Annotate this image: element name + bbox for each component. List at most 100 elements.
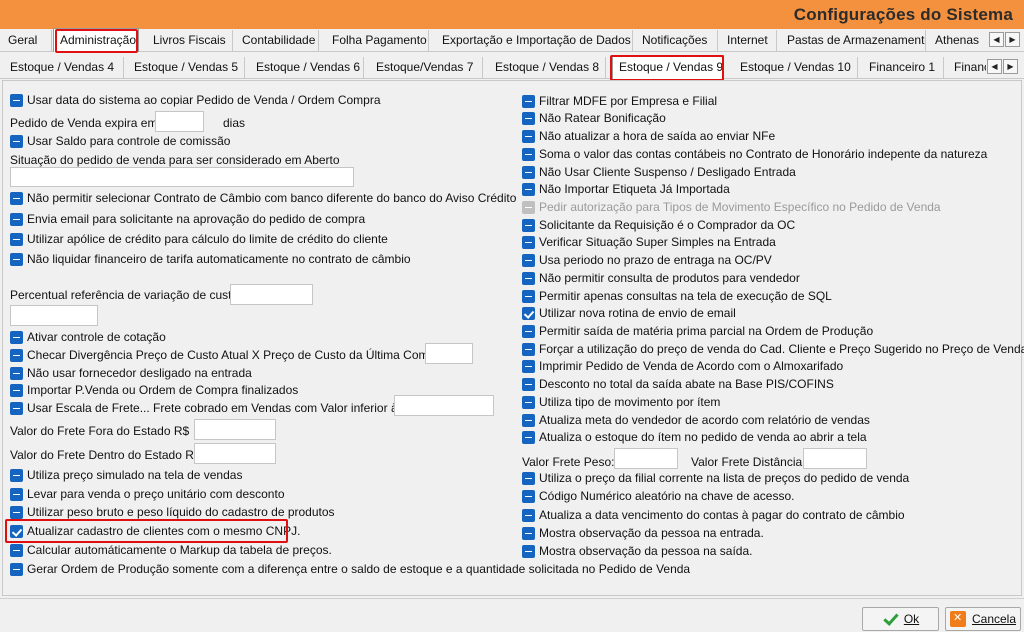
checkbox-icon[interactable] bbox=[10, 487, 23, 501]
checkbox-icon[interactable] bbox=[522, 413, 535, 427]
tab-financeiro-1[interactable]: Financeiro 1 bbox=[863, 57, 944, 78]
checkbox-icon[interactable] bbox=[522, 94, 535, 108]
tab-internet[interactable]: Internet bbox=[721, 30, 777, 51]
checkbox-icon[interactable] bbox=[10, 543, 23, 557]
option-desconto-pis-cofins[interactable]: Desconto no total da saída abate na Base… bbox=[522, 376, 834, 392]
checkbox-icon[interactable] bbox=[10, 330, 23, 344]
cancel-button[interactable]: Cancela bbox=[945, 607, 1021, 631]
checkbox-icon[interactable] bbox=[10, 252, 23, 266]
option-envia-email-solicitante[interactable]: Envia email para solicitante na aprovaçã… bbox=[10, 211, 365, 227]
option-gerar-ordem-producao[interactable]: Gerar Ordem de Produção somente com a di… bbox=[10, 561, 690, 577]
checkbox-icon[interactable] bbox=[522, 271, 535, 285]
option-solicitante-comprador[interactable]: Solicitante da Requisição é o Comprador … bbox=[522, 217, 795, 233]
option-fornecedor-desligado[interactable]: Não usar fornecedor desligado na entrada bbox=[10, 365, 252, 381]
option-nao-liquidar-tarifa[interactable]: Não liquidar financeiro de tarifa automa… bbox=[10, 251, 411, 267]
checkbox-icon[interactable] bbox=[522, 218, 535, 232]
option-apolice-credito[interactable]: Utilizar apólice de crédito para cálculo… bbox=[10, 231, 388, 247]
checkbox-icon[interactable] bbox=[10, 505, 23, 519]
checkbox-icon[interactable] bbox=[522, 324, 535, 338]
situacao-pedido-input[interactable] bbox=[10, 167, 354, 187]
checkbox-icon[interactable] bbox=[522, 111, 535, 125]
option-nao-ratear-bonificacao[interactable]: Não Ratear Bonificação bbox=[522, 110, 666, 126]
checkbox-icon[interactable] bbox=[522, 359, 535, 373]
pedido-expira-input[interactable] bbox=[155, 111, 204, 132]
tab-estoque-vendas-8[interactable]: Estoque / Vendas 8 bbox=[489, 57, 606, 78]
tab-estoque-vendas-4[interactable]: Estoque / Vendas 4 bbox=[4, 57, 124, 78]
valor-frete-distancia-input[interactable] bbox=[803, 448, 867, 469]
option-atualizar-cadastro-cnpj[interactable]: Atualizar cadastro de clientes com o mes… bbox=[10, 523, 300, 539]
tab-scroll-right-icon[interactable]: ▶ bbox=[1005, 32, 1020, 47]
frete-fora-input[interactable] bbox=[194, 419, 276, 440]
checkbox-icon[interactable] bbox=[522, 544, 535, 558]
tab-pastas-armazenamento[interactable]: Pastas de Armazenamento bbox=[781, 30, 926, 51]
tab-administracao[interactable]: Administração bbox=[53, 28, 139, 52]
checkbox-icon[interactable] bbox=[10, 134, 23, 148]
tab-livros-fiscais[interactable]: Livros Fiscais bbox=[147, 30, 233, 51]
option-codigo-numerico-aleatorio[interactable]: Código Numérico aleatório na chave de ac… bbox=[522, 488, 794, 504]
option-cliente-suspenso[interactable]: Não Usar Cliente Suspenso / Desligado En… bbox=[522, 164, 796, 180]
checkbox-icon[interactable] bbox=[10, 348, 23, 362]
option-nao-atualizar-hora-saida[interactable]: Não atualizar a hora de saída ao enviar … bbox=[522, 128, 775, 144]
option-nova-rotina-email[interactable]: Utilizar nova rotina de envio de email bbox=[522, 305, 736, 321]
checkbox-icon[interactable] bbox=[522, 129, 535, 143]
checkbox-icon[interactable] bbox=[522, 342, 535, 356]
option-consultas-sql[interactable]: Permitir apenas consultas na tela de exe… bbox=[522, 288, 832, 304]
option-calcular-markup[interactable]: Calcular automáticamente o Markup da tab… bbox=[10, 542, 332, 558]
option-super-simples[interactable]: Verificar Situação Super Simples na Entr… bbox=[522, 234, 776, 250]
tab-estoque-vendas-6[interactable]: Estoque / Vendas 6 bbox=[250, 57, 364, 78]
tab-estoque-vendas-5[interactable]: Estoque / Vendas 5 bbox=[128, 57, 245, 78]
checkbox-icon[interactable] bbox=[522, 147, 535, 161]
option-tipo-movimento-item[interactable]: Utiliza tipo de movimento por ítem bbox=[522, 394, 720, 410]
checkbox-icon[interactable] bbox=[10, 401, 23, 415]
tab-scroll-left-icon[interactable]: ◀ bbox=[989, 32, 1004, 47]
checkbox-checked-icon[interactable] bbox=[10, 524, 23, 538]
option-preco-com-desconto[interactable]: Levar para venda o preço unitário com de… bbox=[10, 486, 285, 502]
checkbox-icon[interactable] bbox=[522, 289, 535, 303]
option-data-vencimento-cambio[interactable]: Atualiza a data vencimento do contas à p… bbox=[522, 507, 905, 523]
checkbox-icon[interactable] bbox=[522, 235, 535, 249]
checkbox-icon[interactable] bbox=[10, 191, 23, 205]
checkbox-icon[interactable] bbox=[10, 468, 23, 482]
tab-athenas[interactable]: Athenas bbox=[929, 30, 989, 51]
option-observacao-saida[interactable]: Mostra observação da pessoa na saída. bbox=[522, 543, 752, 559]
option-checar-divergencia[interactable]: Checar Divergência Preço de Custo Atual … bbox=[10, 347, 449, 363]
option-controle-cotacao[interactable]: Ativar controle de cotação bbox=[10, 329, 166, 345]
option-usar-data-sistema[interactable]: Usar data do sistema ao copiar Pedido de… bbox=[10, 92, 381, 108]
option-meta-vendedor[interactable]: Atualiza meta do vendedor de acordo com … bbox=[522, 412, 870, 428]
checkbox-icon[interactable] bbox=[10, 383, 23, 397]
option-filtrar-mdfe[interactable]: Filtrar MDFE por Empresa e Filial bbox=[522, 93, 717, 109]
option-contrato-cambio[interactable]: Não permitir selecionar Contrato de Câmb… bbox=[10, 190, 516, 206]
checkbox-icon[interactable] bbox=[522, 182, 535, 196]
subtab-scroll-right-icon[interactable]: ▶ bbox=[1003, 59, 1018, 74]
checkbox-checked-icon[interactable] bbox=[522, 306, 535, 320]
checkbox-icon[interactable] bbox=[10, 212, 23, 226]
tab-geral[interactable]: Geral bbox=[2, 30, 52, 51]
tab-notificacoes[interactable]: Notificações bbox=[636, 30, 718, 51]
checkbox-icon[interactable] bbox=[10, 366, 23, 380]
ok-button[interactable]: Ok bbox=[862, 607, 939, 631]
option-peso-bruto-liquido[interactable]: Utilizar peso bruto e peso líquido do ca… bbox=[10, 504, 335, 520]
option-soma-contas-contabeis[interactable]: Soma o valor das contas contábeis no Con… bbox=[522, 146, 987, 162]
tab-contabilidade[interactable]: Contabilidade bbox=[236, 30, 319, 51]
option-imprimir-pedido-almoxarifado[interactable]: Imprimir Pedido de Venda de Acordo com o… bbox=[522, 358, 843, 374]
checkbox-icon[interactable] bbox=[10, 93, 23, 107]
checkbox-icon[interactable] bbox=[522, 253, 535, 267]
tab-financeiro-2[interactable]: Finance bbox=[948, 57, 986, 78]
escala-frete-input[interactable] bbox=[394, 395, 494, 416]
option-preco-filial-corrente[interactable]: Utiliza o preço da filial corrente na li… bbox=[522, 470, 909, 486]
option-forcar-preco-venda[interactable]: Forçar a utilização do preço de venda do… bbox=[522, 341, 1024, 357]
option-importar-pvenda[interactable]: Importar P.Venda ou Ordem de Compra fina… bbox=[10, 382, 298, 398]
tab-estoque-vendas-7[interactable]: Estoque/Vendas 7 bbox=[370, 57, 483, 78]
option-atualiza-estoque-item[interactable]: Atualiza o estoque do ítem no pedido de … bbox=[522, 429, 867, 445]
option-etiqueta-importada[interactable]: Não Importar Etiqueta Já Importada bbox=[522, 181, 730, 197]
checkbox-icon[interactable] bbox=[522, 395, 535, 409]
option-usar-saldo-comissao[interactable]: Usar Saldo para controle de comissão bbox=[10, 133, 230, 149]
option-preco-simulado[interactable]: Utiliza preço simulado na tela de vendas bbox=[10, 467, 242, 483]
option-periodo-prazo-entrega[interactable]: Usa periodo no prazo de entraga na OC/PV bbox=[522, 252, 772, 268]
tab-estoque-vendas-9[interactable]: Estoque / Vendas 9 bbox=[612, 55, 724, 79]
subtab-scroll-left-icon[interactable]: ◀ bbox=[987, 59, 1002, 74]
checkbox-icon[interactable] bbox=[522, 489, 535, 503]
checkbox-icon[interactable] bbox=[522, 526, 535, 540]
percentual-custo-extra-input[interactable] bbox=[10, 305, 98, 326]
valor-frete-peso-input[interactable] bbox=[614, 448, 678, 469]
